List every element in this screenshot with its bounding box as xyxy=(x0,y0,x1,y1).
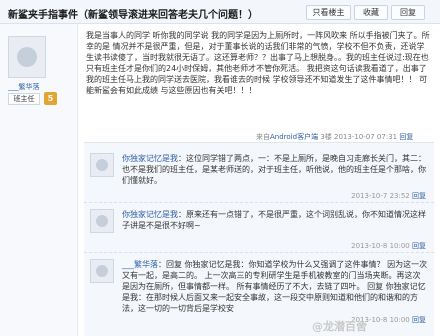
author-sidebar: ___繁华落 班主任 5 xyxy=(0,24,78,336)
favorite-button[interactable]: 收藏 xyxy=(354,5,388,20)
device-link[interactable]: Android客户端 xyxy=(270,133,318,141)
avatar-placeholder-icon xyxy=(96,215,108,227)
avatar[interactable] xyxy=(8,36,46,78)
watermark: @龙潜百舍 xyxy=(312,320,367,333)
reply-item: 你独家记忆是我：原来还有一点错了，不是很严重，这个词别乱说，你不知道情况这样子讲… xyxy=(84,203,434,253)
reply-time: 2013-10-8 10:00 xyxy=(351,242,410,250)
reply-separator: ： xyxy=(178,154,186,163)
author-username[interactable]: ___繁华落 xyxy=(8,82,40,92)
reply-item: 你独家记忆是我：这位同学错了两点，一：不是上厕所，是晚自习走廊长关门，其二：也不… xyxy=(84,147,434,203)
thread-title: 新鲨夹手指事件（新鲨领导滚进来回答老夫几个问题！） xyxy=(8,10,258,21)
reply-button[interactable]: 回复 xyxy=(391,5,425,20)
reply-username[interactable]: ___繁华落 xyxy=(122,260,158,269)
reply-meta: 2013-10-8 10:00 回复 xyxy=(351,241,426,251)
post-time: 2013-10-07 07:31 xyxy=(334,133,398,141)
reply-content: 你独家记忆是我：原来还有一点错了，不是很严重，这个词别乱说，你不知道情况这样子讲… xyxy=(122,209,428,231)
reply-content: ___繁华落：回复 你独家记忆是我：你知道学校为什么又强调了这件事情？ 因为这一… xyxy=(122,259,428,314)
only-author-button[interactable]: 只看楼主 xyxy=(306,5,351,20)
reply-list: 你独家记忆是我：这位同学错了两点，一：不是上厕所，是晚自习走廊长关门，其二：也不… xyxy=(84,142,434,336)
device-prefix: 来自 xyxy=(256,133,270,141)
avatar[interactable] xyxy=(90,209,114,233)
thread-header: 新鲨夹手指事件（新鲨领导滚进来回答老夫几个问题！） 只看楼主 收藏 回复 xyxy=(0,0,440,24)
avatar[interactable] xyxy=(90,259,114,283)
reply-username[interactable]: 你独家记忆是我 xyxy=(122,210,178,219)
reply-meta: 2013-10-7 23:52 回复 xyxy=(351,191,426,201)
reply-content: 你独家记忆是我：这位同学错了两点，一：不是上厕所，是晚自习走廊长关门，其二：也不… xyxy=(122,153,428,186)
role-badge: 班主任 xyxy=(8,93,40,105)
avatar[interactable] xyxy=(90,153,114,177)
reply-link[interactable]: 回复 xyxy=(412,192,426,200)
avatar-placeholder-icon xyxy=(17,47,37,67)
reply-link[interactable]: 回复 xyxy=(412,316,426,324)
avatar-placeholder-icon xyxy=(96,265,108,277)
post-body: 我是当事人的同学 听你我的同学说 我的同学是因为上厕所时，一阵风吹来 所以手指被… xyxy=(86,30,432,96)
reply-separator: ： xyxy=(158,260,166,269)
reply-link[interactable]: 回复 xyxy=(412,242,426,250)
reply-username[interactable]: 你独家记忆是我 xyxy=(122,154,178,163)
reply-separator: ： xyxy=(178,210,186,219)
avatar-placeholder-icon xyxy=(96,159,108,171)
reply-item: ___繁华落：回复 你独家记忆是我：你知道学校为什么又强调了这件事情？ 因为这一… xyxy=(84,253,434,336)
reply-text: 回复 你独家记忆是我：你知道学校为什么又强调了这件事情？ 因为这一次又有一起，是… xyxy=(122,260,428,313)
floor-number: 3楼 xyxy=(320,133,332,141)
level-badge: 5 xyxy=(44,92,57,105)
post-text: 我是当事人的同学 听你我的同学说 我的同学是因为上厕所时，一阵风吹来 所以手指被… xyxy=(86,31,430,95)
reply-time: 2013-10-7 23:52 xyxy=(351,192,410,200)
post-meta: 来自Android客户端 3楼 2013-10-07 07:31 回复 xyxy=(256,132,413,142)
post-reply-link[interactable]: 回复 xyxy=(399,133,413,141)
